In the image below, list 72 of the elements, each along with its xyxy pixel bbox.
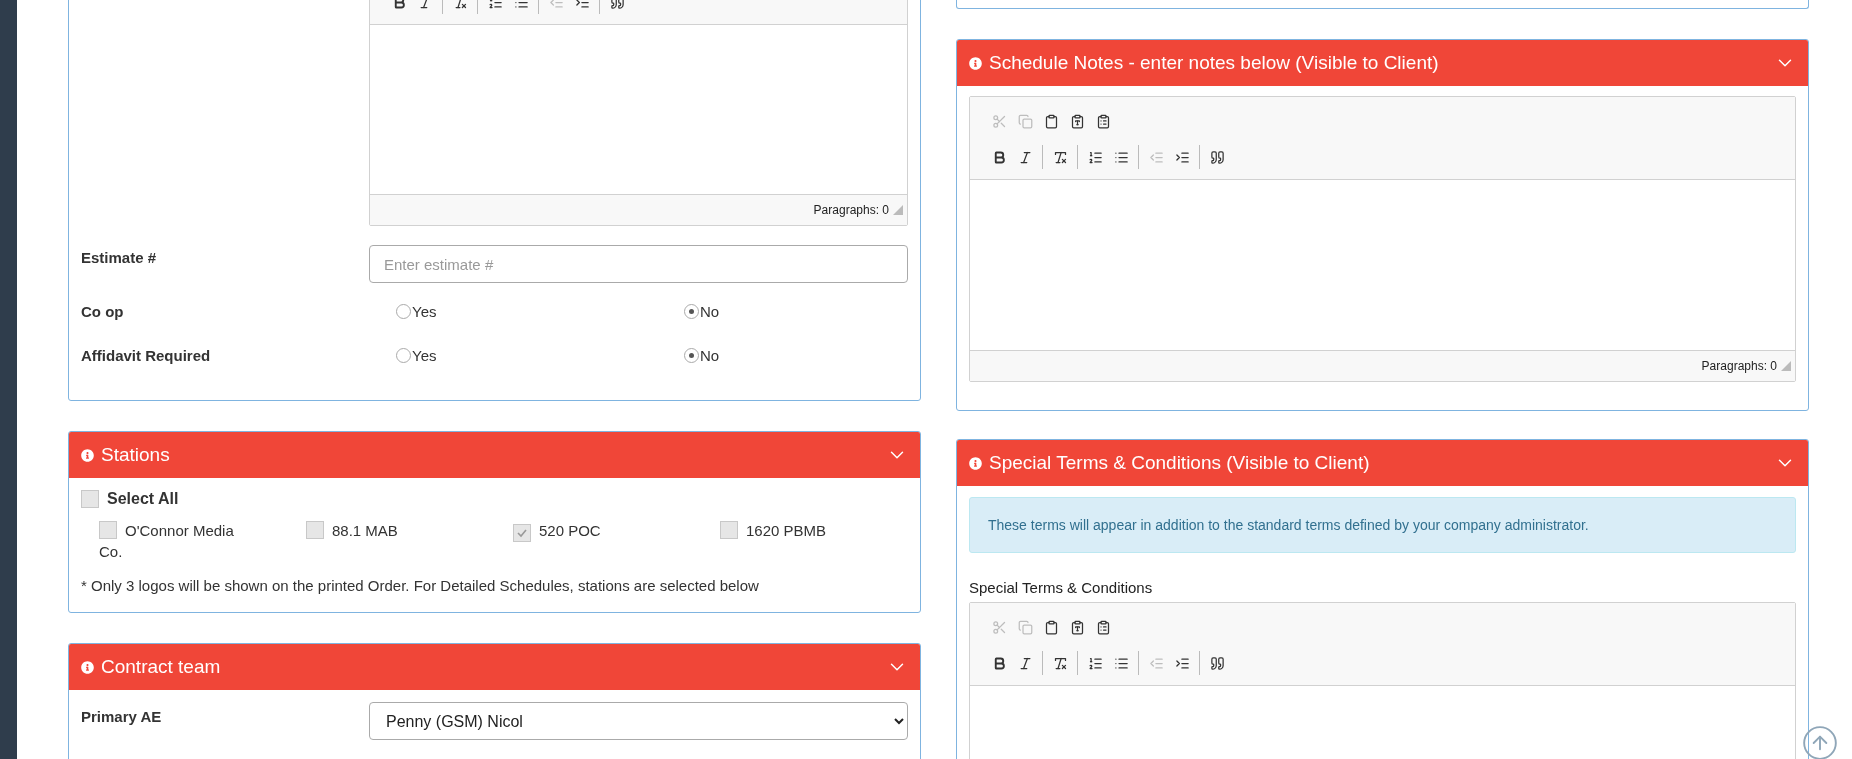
indent-icon <box>1174 655 1190 671</box>
paste-icon <box>1043 619 1059 635</box>
numbered-list-icon <box>487 0 503 10</box>
bulleted-list-icon <box>513 0 529 10</box>
checkbox[interactable] <box>720 521 738 539</box>
station-checkbox[interactable]: 1620 PBMB <box>716 520 920 562</box>
quote-icon <box>609 0 625 10</box>
panel-title: Schedule Notes - enter notes below (Visible to Client) <box>989 52 1440 74</box>
info-icon <box>81 448 94 462</box>
radio-option[interactable]: Yes <box>396 303 437 320</box>
panel-title: Contract team <box>101 656 222 678</box>
info-icon <box>81 660 94 674</box>
resize-grip-icon[interactable] <box>1781 361 1791 371</box>
panel-header[interactable]: Schedule Notes - enter notes below (Visible to Client) <box>957 40 1808 86</box>
panel-header[interactable]: Special Terms & Conditions (Visible to Client) <box>957 440 1808 486</box>
quote-icon <box>1209 655 1225 671</box>
panel-title: Stations <box>101 444 171 466</box>
outdent-icon <box>1148 655 1164 671</box>
clear-format-icon <box>452 0 468 10</box>
station-checkbox[interactable]: O'Connor Media Co. <box>95 520 302 562</box>
info-icon <box>969 456 982 470</box>
outdent-icon <box>548 0 564 10</box>
radio-option[interactable]: No <box>684 347 720 364</box>
panel-header[interactable]: Stations <box>69 432 920 478</box>
paste-text-icon <box>1069 619 1085 635</box>
paste-word-icon <box>1095 619 1111 635</box>
info-icon <box>969 56 982 70</box>
rich-text-editor[interactable]: Paragraphs: 0 <box>369 0 908 226</box>
bulleted-list-icon <box>1113 149 1129 165</box>
italic-icon <box>1017 655 1033 671</box>
radio-option[interactable]: Yes <box>396 347 437 364</box>
cut-icon <box>991 113 1007 129</box>
field-label: Affidavit Required <box>81 347 212 364</box>
paste-word-icon <box>1095 113 1111 129</box>
checkbox[interactable] <box>99 521 117 539</box>
field-label: Estimate # <box>81 248 158 266</box>
italic-icon <box>1017 149 1033 165</box>
checkbox[interactable] <box>513 524 531 542</box>
paragraph-count: Paragraphs: 0 <box>1701 359 1777 373</box>
copy-icon <box>1017 113 1033 129</box>
logos-note: * Only 3 logos will be shown on the printed Order. For Detailed Schedules, stations are selected below <box>81 577 760 594</box>
quote-icon <box>1209 149 1225 165</box>
station-checkbox[interactable]: 88.1 MAB <box>302 520 509 562</box>
station-checkbox[interactable]: 520 POC <box>509 520 716 562</box>
panel-title: Special Terms & Conditions (Visible to Client) <box>989 452 1371 474</box>
indent-icon <box>1174 149 1190 165</box>
field-label: Primary AE <box>81 707 163 725</box>
cut-icon <box>991 619 1007 635</box>
rich-text-editor[interactable]: Paragraphs: 0 <box>969 96 1796 382</box>
paste-icon <box>1043 113 1059 129</box>
numbered-list-icon <box>1087 149 1103 165</box>
checkbox[interactable] <box>81 490 99 508</box>
field-label: Co op <box>81 303 125 320</box>
checkbox[interactable] <box>306 521 324 539</box>
select-all-checkbox[interactable]: Select All <box>81 490 908 508</box>
radio-option[interactable]: No <box>684 303 720 320</box>
field-label: Special Terms & Conditions <box>969 579 1154 596</box>
outdent-icon <box>1148 149 1164 165</box>
clear-format-icon <box>1052 149 1068 165</box>
panel-header[interactable]: Contract team <box>69 644 920 690</box>
bulleted-list-icon <box>1113 655 1129 671</box>
clear-format-icon <box>1052 655 1068 671</box>
paragraph-count: Paragraphs: 0 <box>813 203 889 217</box>
check-icon <box>516 527 528 539</box>
estimate-input[interactable]: Enter estimate # <box>369 245 908 283</box>
info-alert: These terms will appear in addition to the standard terms defined by your company administrator. <box>969 497 1796 553</box>
numbered-list-icon <box>1087 655 1103 671</box>
paste-text-icon <box>1069 113 1085 129</box>
indent-icon <box>574 0 590 10</box>
copy-icon <box>1017 619 1033 635</box>
resize-grip-icon[interactable] <box>893 205 903 215</box>
primary-ae-select[interactable]: Penny (GSM) Nicol <box>369 702 908 740</box>
